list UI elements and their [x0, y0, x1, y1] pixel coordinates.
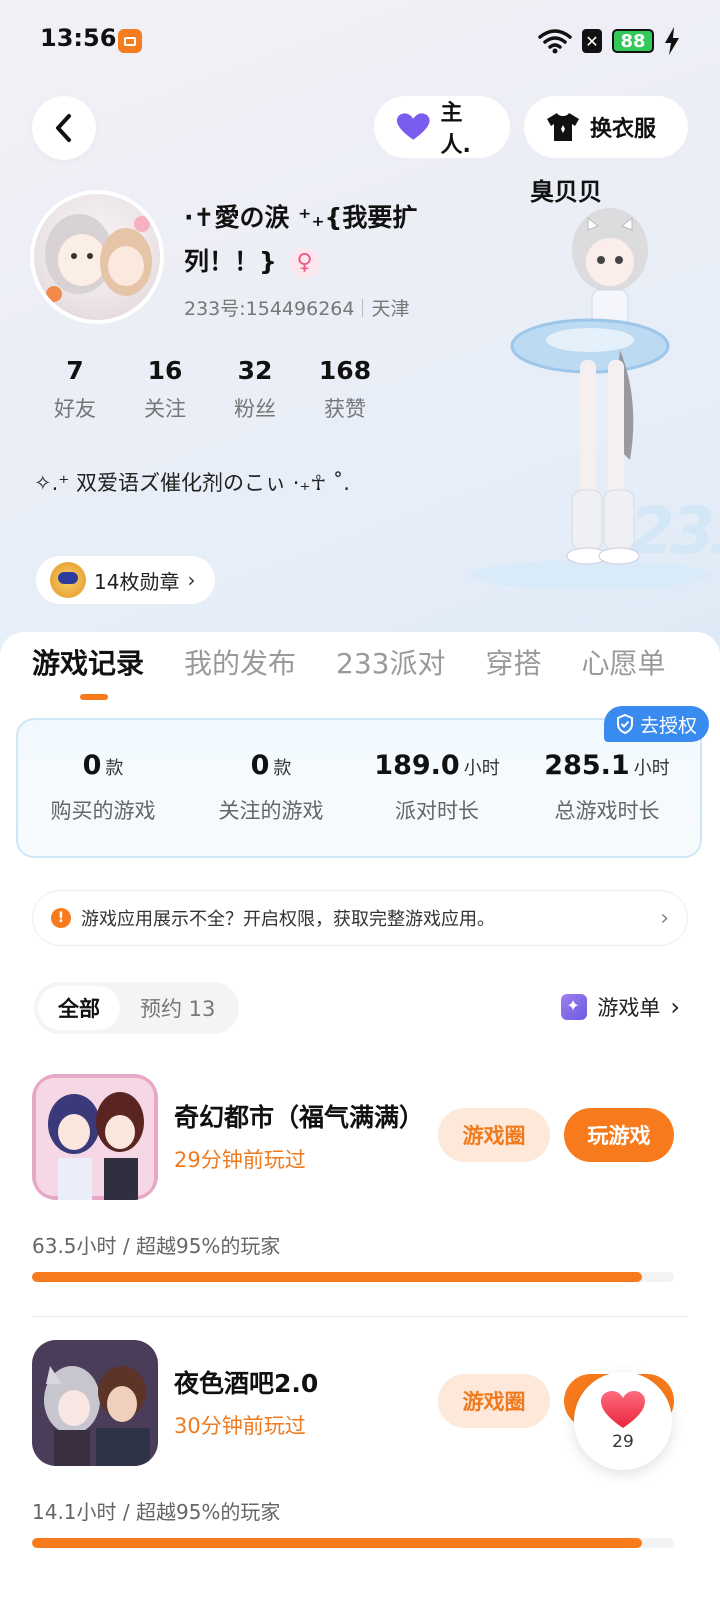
summary-label: 购买的游戏	[50, 799, 156, 823]
stat-following[interactable]: 16 关注	[120, 356, 210, 423]
user-id: 233号:154496264	[184, 298, 355, 320]
summary-value: 285.1	[544, 750, 630, 781]
game-last-played: 29分钟前玩过	[174, 1148, 306, 1172]
heart-icon	[396, 113, 430, 140]
game-summary-card: 0款 购买的游戏 0款 关注的游戏 189.0 小时 派对时长 285.1 小时 总…	[16, 718, 702, 858]
summary-label: 关注的游戏	[218, 799, 324, 823]
avatar-art	[45, 214, 152, 302]
stat-num: 7	[66, 356, 84, 385]
summary-unit: 小时	[463, 758, 500, 779]
medal-button[interactable]: 14枚勋章 ›	[36, 556, 216, 604]
summary-followed: 0款 关注的游戏	[186, 750, 356, 825]
game-title: 夜色酒吧2.0	[174, 1369, 319, 1398]
female-icon	[289, 248, 320, 278]
summary-unit: 款	[105, 758, 124, 779]
game-list-label: 游戏单	[597, 996, 661, 1020]
floating-like-button[interactable]: 29	[574, 1372, 672, 1470]
game-hours: 14.1小时 / 超越95%的玩家	[32, 1500, 281, 1524]
game-hours: 63.5小时 / 超越95%的玩家	[32, 1234, 281, 1258]
stat-label: 粉丝	[234, 397, 276, 421]
authorize-label: 去授权	[640, 714, 698, 737]
game-icon	[32, 1074, 158, 1200]
stat-fans[interactable]: 32 粉丝	[210, 356, 300, 423]
back-button[interactable]	[32, 96, 96, 160]
game-last-played: 30分钟前玩过	[174, 1414, 306, 1438]
filter-reserve[interactable]: 预约 13	[120, 986, 235, 1030]
avatar[interactable]	[30, 190, 164, 324]
avatar-character[interactable]	[480, 200, 700, 600]
summary-value: 0	[250, 750, 270, 781]
summary-value: 189.0	[374, 750, 460, 781]
sim-off-icon: ✕	[582, 29, 602, 53]
divider	[32, 1316, 688, 1317]
medal-label: 14枚勋章	[94, 569, 180, 594]
warning-icon: !	[51, 908, 71, 928]
owner-button[interactable]: 主人.	[374, 96, 510, 158]
like-count: 29	[612, 1432, 634, 1452]
notification-app-icon	[118, 29, 142, 53]
permission-notice[interactable]: ! 游戏应用展示不全？开启权限，获取完整游戏应用。 ›	[32, 890, 688, 946]
stat-label: 好友	[54, 397, 96, 421]
battery-indicator: 88	[612, 29, 654, 53]
wifi-icon	[538, 29, 572, 54]
divider	[362, 298, 364, 317]
game-filter: 全部 预约 13	[34, 982, 240, 1034]
profile-stats: 7 好友 16 关注 32 粉丝 168 获赞	[30, 356, 390, 423]
chevron-right-icon: ›	[187, 568, 196, 592]
tab-active-indicator	[80, 694, 108, 700]
stat-num: 168	[318, 356, 372, 385]
charging-icon	[665, 27, 679, 55]
play-game-button[interactable]: 玩游戏	[564, 1108, 674, 1162]
medal-icon	[50, 562, 86, 598]
game-title: 奇幻都市（福气满满）	[174, 1103, 424, 1132]
game-icon	[32, 1340, 158, 1466]
stat-likes[interactable]: 168 获赞	[300, 356, 390, 423]
progress-fill	[32, 1538, 642, 1548]
profile-bio: ✧.⁺ 双爱语ズ催化剂のこぃ ·₊☥ ˚.	[34, 471, 350, 495]
stat-num: 16	[147, 356, 183, 385]
status-time: 13:56	[40, 24, 117, 52]
tab-233-party[interactable]: 233派对	[336, 642, 445, 682]
progress-fill	[32, 1272, 642, 1282]
owner-label: 主人.	[440, 101, 471, 158]
chevron-left-icon	[56, 114, 71, 142]
tshirt-icon	[547, 113, 579, 141]
summary-value: 0	[82, 750, 102, 781]
summary-party-time: 189.0 小时 派对时长	[352, 750, 522, 825]
authorize-button[interactable]: 去授权	[604, 706, 710, 742]
stat-num: 32	[237, 356, 273, 385]
game-list-link[interactable]: 游戏单 ›	[561, 992, 680, 1022]
stat-label: 获赞	[324, 397, 366, 421]
status-bar: 13:56 ✕ 88	[0, 0, 720, 84]
stat-friends[interactable]: 7 好友	[30, 356, 120, 423]
game-progress-bar	[32, 1272, 674, 1282]
user-id-row: 233号:154496264 天津	[184, 294, 409, 321]
nickname: ·✝愛の涙 ⁺₊{我要扩列！！}	[184, 196, 444, 284]
stat-label: 关注	[144, 397, 186, 421]
filter-all[interactable]: 全部	[38, 986, 120, 1030]
tab-bar: 游戏记录 我的发布 233派对 穿搭 心愿单	[32, 642, 666, 682]
game-progress-bar	[32, 1538, 674, 1548]
summary-unit: 小时	[633, 758, 670, 779]
game-circle-button[interactable]: 游戏圈	[438, 1108, 550, 1162]
notice-text: 游戏应用展示不全？开启权限，获取完整游戏应用。	[81, 909, 495, 930]
heart-icon	[601, 1391, 645, 1428]
summary-label: 总游戏时长	[554, 799, 660, 823]
tab-outfits[interactable]: 穿搭	[485, 642, 541, 682]
user-location: 天津	[371, 298, 410, 320]
summary-total-time: 285.1 小时 总游戏时长	[522, 750, 692, 825]
game-circle-button[interactable]: 游戏圈	[438, 1374, 550, 1428]
summary-label: 派对时长	[395, 799, 479, 823]
chevron-right-icon: ›	[660, 905, 669, 931]
tab-game-records[interactable]: 游戏记录	[32, 642, 144, 682]
shield-check-icon	[617, 714, 633, 734]
outfit-label: 换衣服	[590, 117, 657, 142]
change-outfit-button[interactable]: 换衣服	[524, 96, 688, 158]
chevron-right-icon: ›	[670, 993, 680, 1021]
sparkle-icon	[561, 994, 588, 1020]
tab-wishlist[interactable]: 心愿单	[582, 642, 666, 682]
summary-purchased: 0款 购买的游戏	[18, 750, 188, 825]
summary-unit: 款	[273, 758, 292, 779]
tab-my-posts[interactable]: 我的发布	[184, 642, 296, 682]
